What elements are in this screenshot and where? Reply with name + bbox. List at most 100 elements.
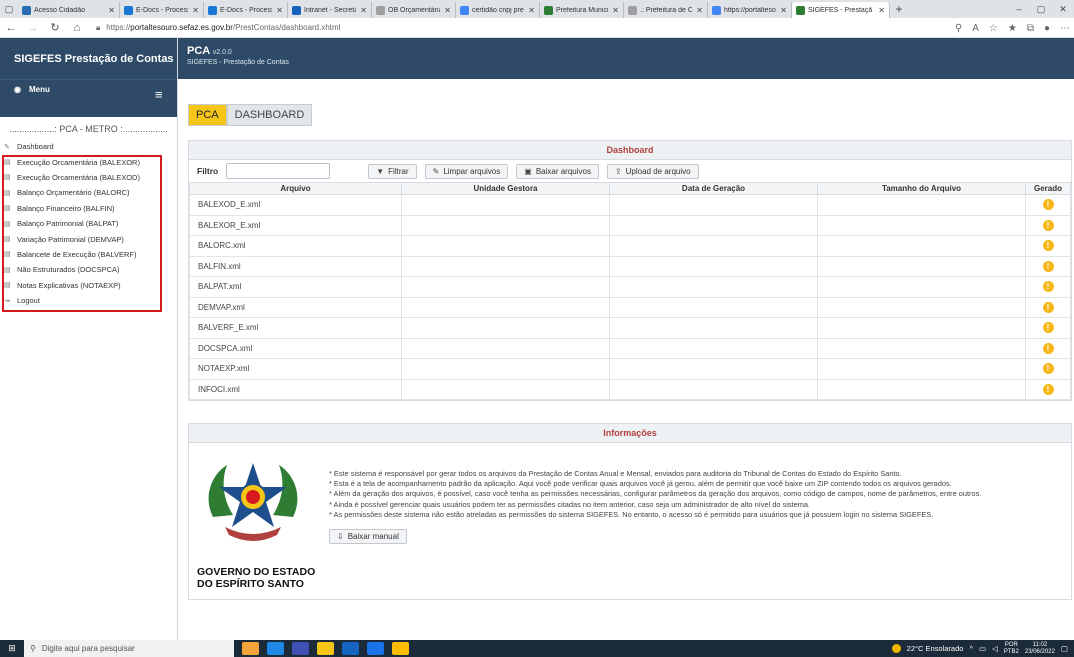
browser-tab[interactable]: certidão cnpj prefe ✕ (456, 2, 540, 18)
table-row[interactable]: BALEXOD_E.xml! (189, 194, 1071, 216)
cell-date (609, 317, 818, 339)
upload-file-button[interactable]: ⇪ Upload de arquivo (606, 163, 699, 179)
cell-file: BALORC.xml (189, 235, 402, 257)
download-files-button[interactable]: ▣ Baixar arquivos (516, 163, 599, 179)
collections-icon[interactable]: ⧉ (1027, 23, 1034, 34)
cell-size (817, 194, 1026, 216)
edge-browser-icon[interactable] (267, 642, 284, 655)
table-header-row: Arquivo Unidade Gestora Data de Geração … (189, 182, 1071, 195)
search-icon[interactable]: ⚲ (955, 23, 962, 34)
col-unidade-gestora[interactable]: Unidade Gestora (401, 182, 610, 195)
new-tab-button[interactable]: + (890, 2, 908, 16)
forward-icon[interactable]: → (22, 22, 44, 34)
table-row[interactable]: NOTAEXP.xml! (189, 358, 1071, 380)
store-icon[interactable] (317, 642, 334, 655)
menu-header[interactable]: ◉ Menu (0, 79, 177, 99)
browser-tab[interactable]: https://portaltesou ✕ (708, 2, 792, 18)
download-manual-button[interactable]: ⇩ Baixar manual (329, 529, 407, 544)
windows-start-icon[interactable]: ⊞ (0, 643, 24, 654)
cell-size (817, 296, 1026, 318)
col-data-geracao[interactable]: Data de Geração (609, 182, 818, 195)
browser-tab[interactable]: SIGEFES - Prestaçã ✕ (792, 2, 890, 18)
close-tab-icon[interactable]: ✕ (780, 6, 787, 15)
browser-tab[interactable]: Intranet - Secretar ✕ (288, 2, 372, 18)
file-explorer-icon[interactable] (242, 642, 259, 655)
cell-status: ! (1025, 194, 1071, 216)
more-icon[interactable]: ⋯ (1060, 23, 1070, 34)
calendar-icon[interactable] (292, 642, 309, 655)
sidebar-brand: SIGEFES Prestação de Contas (0, 38, 177, 79)
minimize-button[interactable]: – (1008, 0, 1030, 18)
taskbar-search[interactable]: ⚲ Digite aqui para pesquisar (24, 640, 234, 657)
table-row[interactable]: DEMVAP.xml! (189, 296, 1071, 318)
download-icon: ⇩ (337, 532, 344, 541)
chrome-icon[interactable] (392, 642, 409, 655)
filter-button[interactable]: ▼ Filtrar (368, 163, 417, 179)
clock[interactable]: 11:02 23/06/2022 (1025, 642, 1055, 656)
menu-bar (0, 99, 177, 117)
restore-button[interactable]: ▢ (1030, 0, 1052, 18)
browser-tab[interactable]: E-Docs - Processos ✕ (204, 2, 288, 18)
close-tab-icon[interactable]: ✕ (276, 6, 283, 15)
info-body: GOVERNO DO ESTADO DO ESPÍRITO SANTO * Es… (189, 443, 1071, 603)
tab-favicon-icon (796, 5, 805, 15)
warning-status-icon: ! (1042, 301, 1054, 313)
col-gerado[interactable]: Gerado (1025, 182, 1071, 195)
tab-favicon-icon (22, 5, 31, 15)
browser-tab[interactable]: .: Prefeitura de Ca ✕ (624, 2, 708, 18)
browser-tab[interactable]: Acesso Cidadão ✕ (18, 2, 120, 18)
file-zip-icon: ▣ (524, 166, 532, 176)
close-tab-icon[interactable]: ✕ (192, 6, 199, 15)
photos-icon[interactable] (367, 642, 384, 655)
close-tab-icon[interactable]: ✕ (878, 6, 885, 15)
close-tab-icon[interactable]: ✕ (108, 6, 115, 15)
volume-icon[interactable]: ◁ (992, 644, 998, 653)
funnel-icon: ▼ (376, 166, 385, 176)
tab-pca[interactable]: PCA (188, 104, 227, 126)
close-tab-icon[interactable]: ✕ (444, 6, 451, 15)
browser-tab[interactable]: OB Orçamentária ✕ (372, 2, 456, 18)
table-row[interactable]: BALVERF_E.xml! (189, 317, 1071, 339)
close-tab-icon[interactable]: ✕ (612, 6, 619, 15)
table-row[interactable]: BALPAT.xml! (189, 276, 1071, 298)
close-tab-icon[interactable]: ✕ (696, 6, 703, 15)
table-row[interactable]: BALEXOR_E.xml! (189, 214, 1071, 236)
sidebar-item[interactable]: ✎ Dashboard (0, 139, 177, 154)
refresh-icon[interactable]: ↻ (44, 21, 66, 34)
tab-actions-icon[interactable]: ▢ (0, 0, 18, 18)
clear-files-button[interactable]: ✎ Limpar arquivos (424, 163, 509, 179)
info-line: * Ainda é possível gerenciar quais usuár… (329, 499, 811, 509)
cell-status: ! (1025, 214, 1071, 236)
url-field[interactable]: 🔒︎ https://portaltesouro.sefaz.es.gov.br… (96, 23, 340, 33)
table-row[interactable]: INFOCI.xml! (189, 378, 1071, 400)
col-arquivo[interactable]: Arquivo (189, 182, 402, 195)
dashboard-gauge-icon: ◉ (14, 85, 21, 94)
browser-tab[interactable]: Prefeitura Municip ✕ (540, 2, 624, 18)
weather-text[interactable]: 22°C Ensolarado (907, 644, 964, 653)
close-window-button[interactable]: ✕ (1052, 0, 1074, 18)
network-icon[interactable]: ▭ (979, 644, 986, 653)
language-indicator[interactable]: POR PTB2 (1004, 642, 1019, 656)
favorites-icon[interactable]: ★ (1008, 23, 1017, 34)
col-tamanho[interactable]: Tamanho do Arquivo (817, 182, 1026, 195)
filter-input[interactable] (226, 163, 331, 179)
table-row[interactable]: BALORC.xml! (189, 235, 1071, 257)
close-tab-icon[interactable]: ✕ (528, 6, 535, 15)
tab-favicon-icon (124, 5, 133, 15)
tab-dashboard[interactable]: DASHBOARD (226, 104, 313, 126)
table-row[interactable]: BALFIN.xml! (189, 255, 1071, 277)
back-icon[interactable]: ← (0, 22, 22, 34)
tray-chevron-icon[interactable]: ^ (969, 644, 973, 653)
table-row[interactable]: DOCSPCA.xml! (189, 337, 1071, 359)
main-header: PCA v2.0.0 SIGEFES - Prestação de Contas (178, 38, 1074, 79)
close-tab-icon[interactable]: ✕ (360, 6, 367, 15)
cell-status: ! (1025, 337, 1071, 359)
hamburger-icon[interactable]: ≡ (155, 88, 163, 101)
profile-icon[interactable]: ● (1044, 23, 1050, 34)
read-aloud-icon[interactable]: A (972, 23, 979, 34)
browser-tab[interactable]: E-Docs - Processo ✕ (120, 2, 204, 18)
mail-icon[interactable] (342, 642, 359, 655)
favorite-add-icon[interactable]: ☆ (989, 23, 998, 34)
notifications-icon[interactable]: ▢ (1061, 644, 1068, 653)
home-icon[interactable]: ⌂ (66, 22, 88, 34)
